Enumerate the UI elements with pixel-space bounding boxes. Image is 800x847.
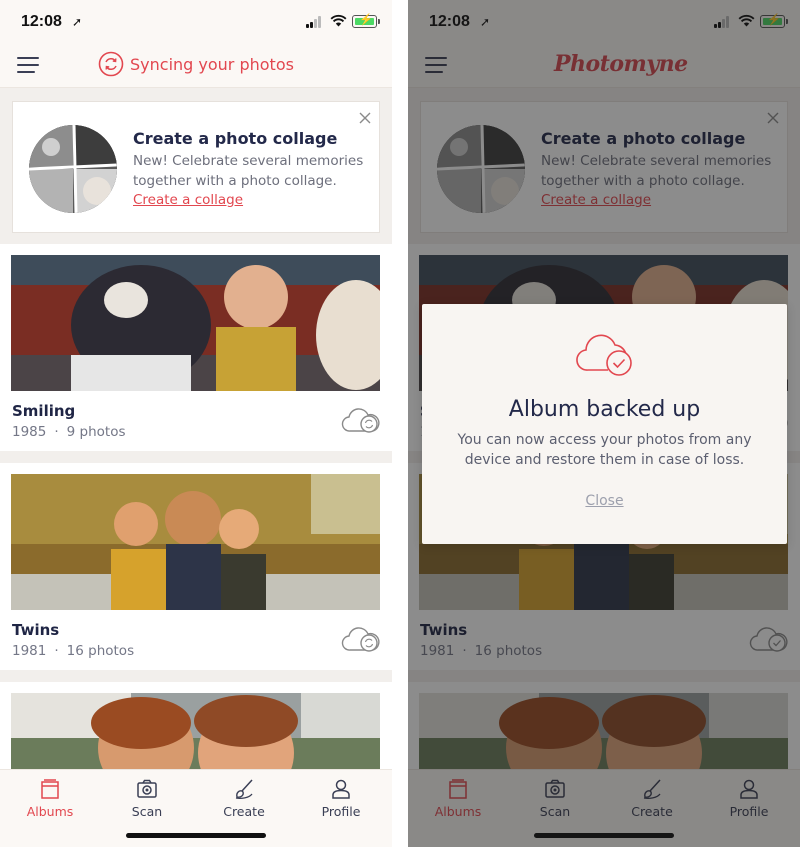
backup-complete-dialog: Album backed up You can now access your … (422, 304, 787, 544)
status-bar: 12:08 ➚ ⚡ (0, 0, 392, 44)
sync-icon (98, 51, 124, 77)
brush-icon (235, 779, 253, 800)
tab-label: Create (223, 804, 265, 819)
dialog-close-button[interactable]: Close (422, 493, 787, 509)
albums-icon (41, 779, 59, 799)
tab-label: Scan (131, 804, 163, 819)
album-title: Smiling (12, 402, 76, 420)
status-time: 12:08 (21, 13, 62, 30)
dialog-title: Album backed up (508, 397, 701, 422)
create-collage-link[interactable]: Create a collage (133, 192, 243, 208)
meta-separator: · (54, 643, 59, 659)
album-cover-photo (11, 693, 380, 769)
album-title: Twins (12, 621, 60, 639)
tab-albums[interactable]: Albums (10, 778, 90, 824)
phone-screen-backed-up: 12:08 ➚ ⚡ Photomyne (408, 0, 800, 847)
album-meta: 1981 · 16 photos (12, 643, 134, 659)
promo-text: New! Celebrate several memories together… (133, 152, 373, 211)
tab-scan[interactable]: Scan (107, 778, 187, 824)
album-year: 1985 (12, 424, 47, 440)
phone-screen-syncing: 12:08 ➚ ⚡ Syncing your photos Create a p… (0, 0, 392, 847)
album-card[interactable] (0, 682, 392, 769)
sync-status-title: Syncing your photos (130, 55, 294, 74)
promo-title: Create a photo collage (133, 129, 338, 148)
cloud-check-icon (576, 334, 632, 376)
album-photo-count: 9 photos (66, 424, 126, 440)
album-cover-photo (11, 474, 380, 610)
album-cover-photo (11, 255, 380, 391)
tab-label: Albums (26, 804, 74, 819)
album-card[interactable]: Twins 1981 · 16 photos (0, 463, 392, 670)
menu-icon[interactable] (17, 57, 39, 73)
album-meta: 1985 · 9 photos (12, 424, 126, 440)
location-arrow-icon: ➚ (72, 15, 83, 29)
cloud-sync-icon (341, 627, 380, 652)
album-year: 1981 (12, 643, 47, 659)
battery-icon: ⚡ (352, 14, 377, 28)
meta-separator: · (54, 424, 59, 440)
close-icon[interactable] (357, 110, 373, 126)
album-card[interactable]: Smiling 1985 · 9 photos (0, 244, 392, 451)
home-indicator (126, 833, 266, 838)
album-list: Create a photo collage New! Celebrate se… (0, 89, 392, 769)
dialog-message: You can now access your photos from any … (457, 432, 752, 468)
tab-label: Profile (321, 804, 361, 819)
tab-profile[interactable]: Profile (301, 778, 381, 824)
collage-promo-card: Create a photo collage New! Celebrate se… (12, 101, 380, 233)
cellular-signal-icon (306, 16, 324, 28)
tab-bar: Albums Scan Create Profile (0, 769, 392, 847)
cloud-sync-icon (341, 408, 380, 433)
collage-thumbnail (29, 125, 117, 213)
person-icon (332, 779, 350, 799)
wifi-icon (330, 14, 347, 27)
nav-bar: Syncing your photos (0, 44, 392, 88)
camera-icon (137, 779, 157, 798)
tab-create[interactable]: Create (204, 778, 284, 824)
promo-description: New! Celebrate several memories together… (133, 153, 364, 189)
album-photo-count: 16 photos (66, 643, 135, 659)
